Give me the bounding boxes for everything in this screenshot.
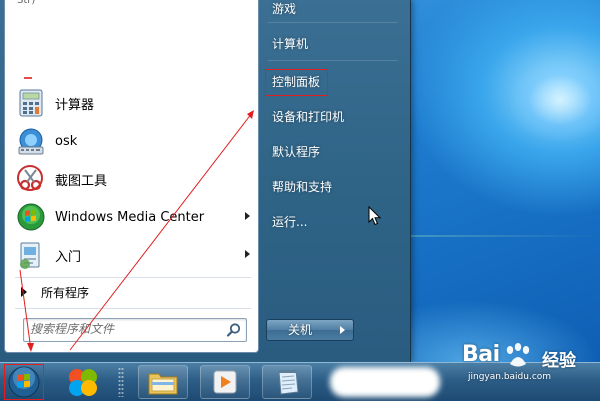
right-item-computer[interactable]: 计算机 (268, 32, 407, 56)
media-center-icon (15, 201, 47, 233)
explorer-folder-icon (148, 373, 178, 395)
program-item-getting-started[interactable]: 入门 (9, 238, 254, 272)
taskbar-item-media-player[interactable] (58, 365, 108, 399)
right-item-default-programs[interactable]: 默认程序 (268, 140, 407, 164)
watermark-text: 经验 (542, 351, 576, 371)
taskbar-item-media-playlist[interactable] (200, 365, 250, 399)
right-pane-separator (268, 22, 398, 23)
calculator-icon (15, 87, 47, 119)
watermark-brand: Bai (462, 342, 500, 367)
search-input[interactable] (30, 321, 220, 337)
right-item-run[interactable]: 运行... (268, 210, 407, 234)
submenu-arrow-icon (245, 250, 250, 258)
start-menu: Str) 计算器 osk 截图工具 Windows Media Center 入… (0, 0, 411, 362)
all-programs-button[interactable]: 所有程序 (15, 280, 251, 304)
triangle-right-icon (340, 326, 345, 334)
triangle-right-icon (21, 287, 27, 297)
taskbar-item-notepad[interactable] (262, 365, 312, 399)
scissors-icon (15, 163, 47, 195)
media-player-icon (69, 369, 97, 396)
recent-item-partial: Str) (17, 0, 36, 6)
shutdown-options-button[interactable] (333, 319, 354, 341)
media-playlist-icon (213, 370, 237, 394)
program-label: 截图工具 (55, 173, 108, 189)
getting-started-icon (15, 239, 47, 271)
search-box[interactable] (23, 318, 247, 342)
program-label: 计算器 (55, 97, 95, 113)
paw-logo-icon (506, 343, 530, 367)
menu-divider (15, 308, 251, 309)
pin-separator-mark (24, 77, 32, 79)
right-item-games[interactable]: 游戏 (268, 0, 407, 21)
program-label: Windows Media Center (55, 209, 205, 225)
right-pane-separator (268, 60, 398, 61)
baidu-watermark: Bai 经验 jingyan.baidu.com (462, 340, 592, 396)
program-label: osk (55, 133, 78, 149)
right-item-devices-printers[interactable]: 设备和打印机 (268, 105, 407, 129)
search-icon[interactable] (226, 322, 242, 338)
wallpaper-highlight (510, 60, 600, 140)
submenu-arrow-icon (245, 212, 250, 220)
program-item-snipping-tool[interactable]: 截图工具 (9, 162, 254, 196)
mouse-cursor-icon (368, 206, 382, 226)
all-programs-label: 所有程序 (41, 285, 90, 300)
program-item-windows-media-center[interactable]: Windows Media Center (9, 200, 254, 234)
right-item-help-support[interactable]: 帮助和支持 (268, 175, 407, 199)
redacted-area (330, 367, 440, 397)
notepad-icon (278, 369, 299, 395)
program-label: 入门 (55, 249, 82, 265)
menu-divider (15, 277, 251, 278)
start-menu-programs-pane: Str) 计算器 osk 截图工具 Windows Media Center 入… (4, 0, 259, 353)
program-item-calculator[interactable]: 计算器 (9, 86, 254, 120)
annotation-highlight-box (265, 69, 328, 96)
taskbar-item-explorer[interactable] (138, 365, 188, 399)
watermark-url: jingyan.baidu.com (468, 372, 552, 382)
program-item-osk[interactable]: osk (9, 124, 254, 158)
annotation-start-box (4, 364, 44, 400)
taskbar-grip (118, 367, 124, 397)
keyboard-icon (15, 125, 47, 157)
shutdown-button[interactable]: 关机 (266, 319, 334, 341)
